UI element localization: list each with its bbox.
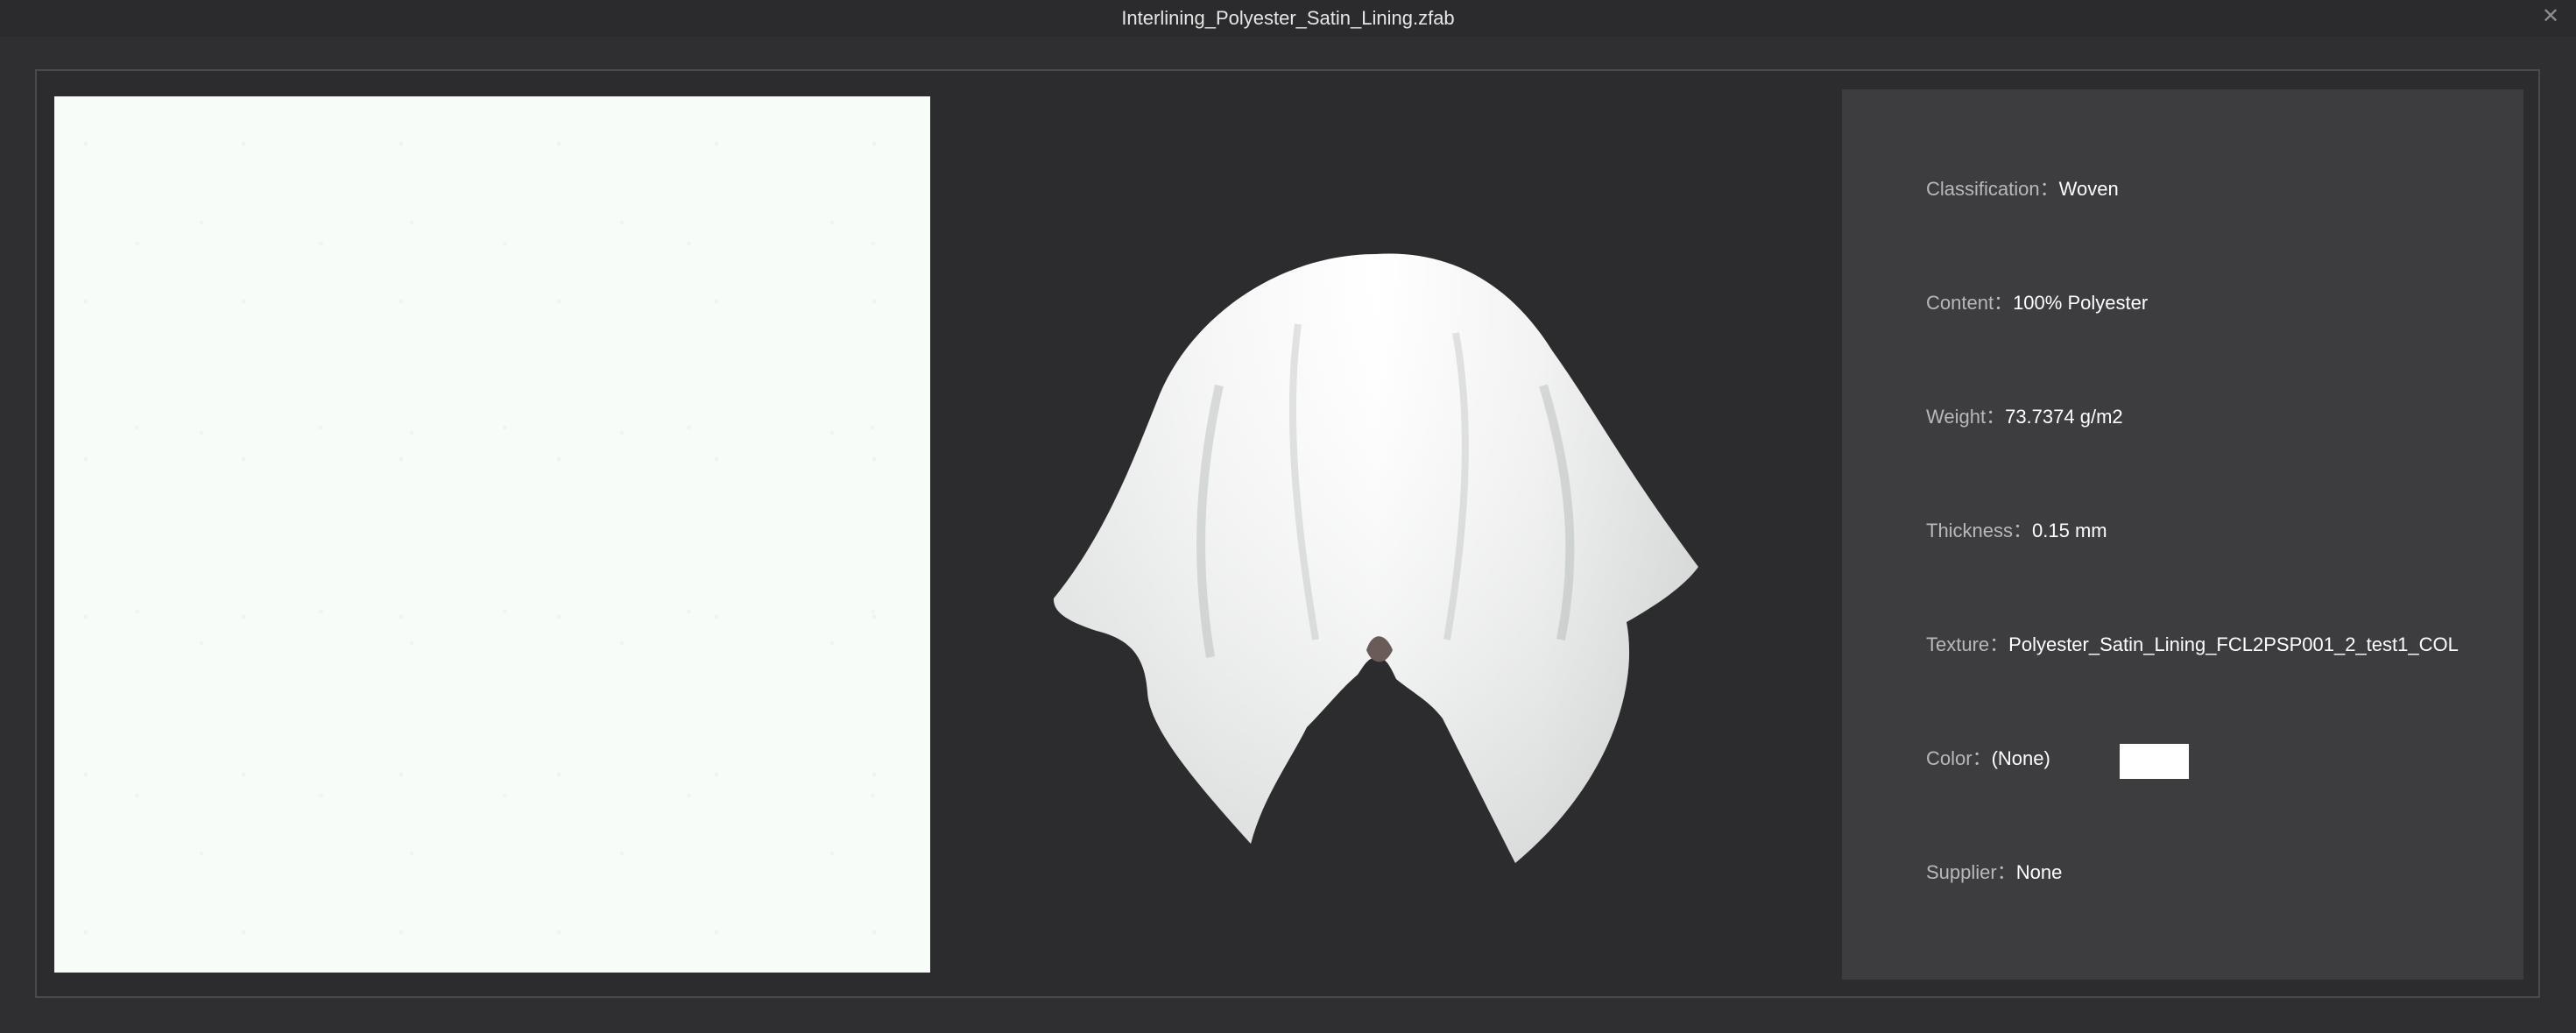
window-title: Interlining_Polyester_Satin_Lining.zfab xyxy=(1121,7,1455,29)
draped-cloth-image xyxy=(1053,253,1698,863)
classification-value: Woven xyxy=(2058,178,2119,200)
content-label: Content： xyxy=(1926,292,2014,314)
fabric-3d-preview[interactable] xyxy=(930,96,1841,973)
title-bar: Interlining_Polyester_Satin_Lining.zfab … xyxy=(0,0,2576,37)
texture-row: Texture：Polyester_Satin_Lining_FCL2PSP00… xyxy=(1926,633,2459,657)
thickness-label: Thickness： xyxy=(1926,520,2033,541)
close-icon[interactable]: ✕ xyxy=(2537,4,2564,30)
color-swatch[interactable] xyxy=(2120,744,2189,779)
supplier-label: Supplier： xyxy=(1926,861,2016,883)
color-label: Color： xyxy=(1926,747,1992,769)
texture-value: Polyester_Satin_Lining_FCL2PSP001_2_test… xyxy=(2008,633,2459,655)
classification-label: Classification： xyxy=(1926,178,2059,200)
color-row: Color：(None) xyxy=(1926,746,2050,771)
weight-value: 73.7374 g/m2 xyxy=(2005,406,2123,428)
content-value: 100% Polyester xyxy=(2013,292,2149,314)
fabric-info-panel: Classification：Woven Content：100% Polyes… xyxy=(1842,89,2523,980)
classification-row: Classification：Woven xyxy=(1926,177,2119,202)
content-row: Content：100% Polyester xyxy=(1926,291,2148,315)
texture-noise-overlay xyxy=(54,96,930,973)
fabric-texture-image xyxy=(54,96,930,973)
weight-row: Weight：73.7374 g/m2 xyxy=(1926,405,2123,429)
thickness-value: 0.15 mm xyxy=(2032,520,2107,541)
weight-label: Weight： xyxy=(1926,406,2006,428)
color-value: (None) xyxy=(1991,747,2050,769)
supplier-row: Supplier：None xyxy=(1926,860,2062,885)
supplier-value: None xyxy=(2015,861,2063,883)
texture-label: Texture： xyxy=(1926,633,2009,655)
thickness-row: Thickness：0.15 mm xyxy=(1926,519,2107,543)
